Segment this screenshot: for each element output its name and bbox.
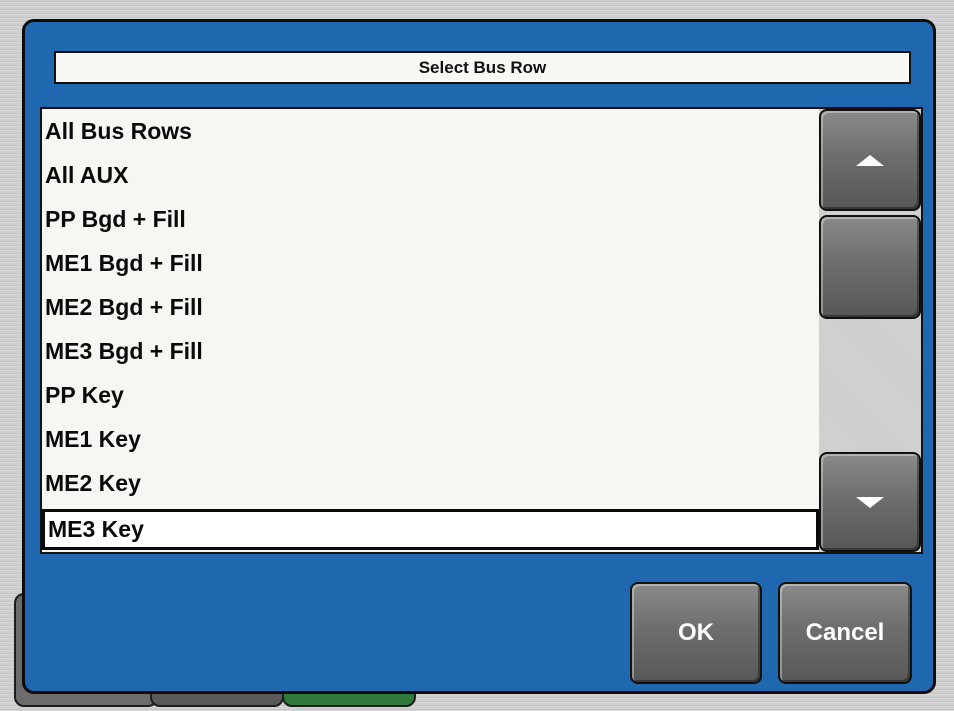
list-item[interactable]: ME2 Key bbox=[42, 461, 819, 505]
triangle-down-icon bbox=[856, 496, 884, 508]
scroll-down-button[interactable] bbox=[819, 452, 921, 552]
list-item[interactable]: ME1 Bgd + Fill bbox=[42, 241, 819, 285]
list-item[interactable]: All AUX bbox=[42, 153, 819, 197]
ok-button[interactable]: OK bbox=[630, 582, 762, 684]
cancel-button[interactable]: Cancel bbox=[778, 582, 912, 684]
triangle-up-icon bbox=[856, 154, 884, 166]
list-item[interactable]: ME2 Bgd + Fill bbox=[42, 285, 819, 329]
select-bus-row-dialog: Select Bus Row All Bus Rows All AUX PP B… bbox=[22, 19, 936, 694]
dialog-title: Select Bus Row bbox=[54, 51, 911, 84]
bus-row-list-panel: All Bus Rows All AUX PP Bgd + Fill ME1 B… bbox=[40, 107, 923, 554]
scrollbar-thumb[interactable] bbox=[819, 215, 921, 319]
list-item[interactable]: PP Key bbox=[42, 373, 819, 417]
list-item[interactable]: PP Bgd + Fill bbox=[42, 197, 819, 241]
list-item-selected[interactable]: ME3 Key bbox=[42, 509, 819, 550]
list-item[interactable]: All Bus Rows bbox=[42, 109, 819, 153]
scroll-up-button[interactable] bbox=[819, 109, 921, 211]
list-item[interactable]: ME3 Bgd + Fill bbox=[42, 329, 819, 373]
bus-row-list: All Bus Rows All AUX PP Bgd + Fill ME1 B… bbox=[42, 109, 819, 552]
list-item[interactable]: ME1 Key bbox=[42, 417, 819, 461]
